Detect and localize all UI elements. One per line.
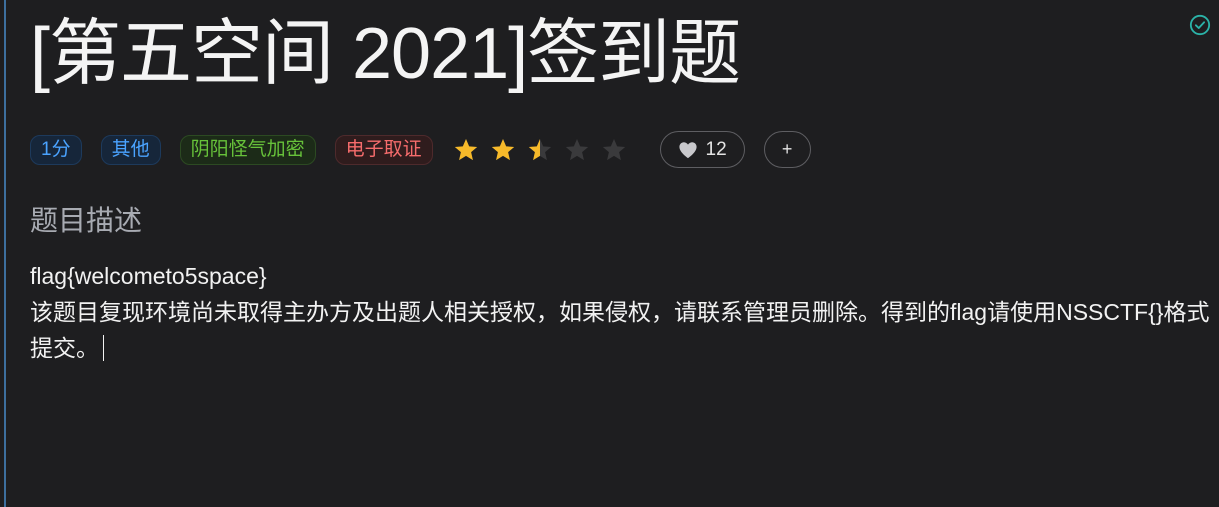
heart-icon: [678, 141, 697, 158]
text-cursor: [103, 335, 104, 361]
star-icon[interactable]: [527, 137, 553, 163]
star-icon[interactable]: [601, 137, 627, 163]
star-icon[interactable]: [453, 137, 479, 163]
description-heading: 题目描述: [30, 205, 143, 236]
tag-crypto[interactable]: 阴阳怪气加密: [179, 134, 316, 165]
like-count: 12: [705, 138, 727, 160]
add-button[interactable]: +: [763, 131, 811, 168]
star-icon[interactable]: [564, 137, 590, 163]
difficulty-rating[interactable]: [453, 137, 638, 163]
flag-text: flag{welcometo5space}: [30, 263, 267, 289]
check-circle-icon: [1189, 14, 1211, 36]
tag-category[interactable]: 其他: [100, 134, 161, 165]
tag-row: 1分 其他 阴阳怪气加密 电子取证 12 +: [30, 131, 811, 168]
problem-page: [第五空间 2021]签到题 1分 其他 阴阳怪气加密 电子取证 12 + 题目…: [4, 0, 1219, 507]
problem-title: [第五空间 2021]签到题: [30, 14, 741, 94]
like-button[interactable]: 12: [659, 131, 745, 168]
star-icon[interactable]: [490, 137, 516, 163]
tag-forensics[interactable]: 电子取证: [334, 134, 433, 165]
problem-description: flag{welcometo5space} 该题目复现环境尚未取得主办方及出题人…: [30, 258, 1210, 366]
tag-points[interactable]: 1分: [30, 134, 82, 165]
description-text: 该题目复现环境尚未取得主办方及出题人相关授权，如果侵权，请联系管理员删除。得到的…: [30, 299, 1210, 361]
